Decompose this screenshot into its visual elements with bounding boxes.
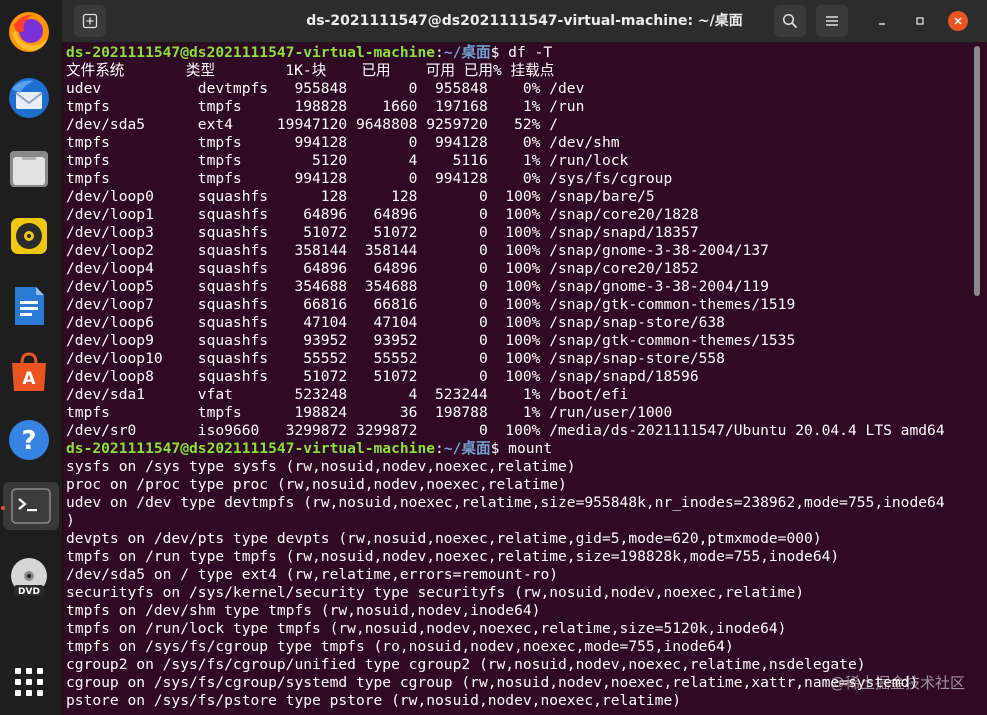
dock-item-terminal[interactable] <box>3 482 59 530</box>
rhythmbox-icon <box>11 218 47 254</box>
output-line: /dev/loop0 squashfs 128 128 0 100% /snap… <box>66 188 655 205</box>
dvd-icon: DVD <box>11 558 47 597</box>
output-line: /dev/loop10 squashfs 55552 55552 0 100% … <box>66 350 725 367</box>
dock-item-software[interactable]: A <box>5 348 53 396</box>
prompt-user: ds-2021111547@ds2021111547-virtual-machi… <box>66 44 436 61</box>
output-line: tmpfs tmpfs 994128 0 994128 0% /dev/shm <box>66 134 620 151</box>
hamburger-menu-icon <box>826 16 838 26</box>
output-line: /dev/loop6 squashfs 47104 47104 0 100% /… <box>66 314 725 331</box>
prompt-user: ds-2021111547@ds2021111547-virtual-machi… <box>66 440 436 457</box>
output-line: udev on /dev type devtmpfs (rw,nosuid,no… <box>66 494 945 511</box>
new-tab-button[interactable] <box>74 5 106 37</box>
close-button[interactable] <box>948 11 968 31</box>
software-center-icon: A <box>12 352 46 391</box>
dock-item-dvd[interactable]: DVD <box>5 554 53 602</box>
libreoffice-writer-icon <box>15 287 44 325</box>
output-line: securityfs on /sys/kernel/security type … <box>66 584 805 601</box>
output-line: /dev/loop1 squashfs 64896 64896 0 100% /… <box>66 206 699 223</box>
prompt-colon: : <box>435 44 444 61</box>
new-tab-icon <box>82 13 98 29</box>
output-line: tmpfs tmpfs 198824 36 198788 1% /run/use… <box>66 404 673 421</box>
output-line: tmpfs tmpfs 198828 1660 197168 1% /run <box>66 98 585 115</box>
output-line: tmpfs tmpfs 994128 0 994128 0% /sys/fs/c… <box>66 170 673 187</box>
terminal-icon <box>11 488 51 524</box>
output-line: /dev/loop2 squashfs 358144 358144 0 100%… <box>66 242 769 259</box>
dock-item-writer[interactable] <box>5 282 53 330</box>
output-line: /dev/loop4 squashfs 64896 64896 0 100% /… <box>66 260 699 277</box>
terminal-output[interactable]: ds-2021111547@ds2021111547-virtual-machi… <box>66 44 971 715</box>
dock-item-help[interactable]: ? <box>5 416 53 464</box>
dock-item-thunderbird[interactable] <box>5 74 53 122</box>
prompt-path: ~/桌面 <box>443 44 491 61</box>
maximize-button[interactable] <box>910 11 930 31</box>
prompt-path: ~/桌面 <box>443 440 491 457</box>
dock-item-files[interactable] <box>5 144 53 192</box>
files-icon <box>10 151 48 187</box>
svg-text:?: ? <box>21 426 36 456</box>
output-line: ) <box>66 512 75 529</box>
output-line: tmpfs on /run type tmpfs (rw,nosuid,node… <box>66 548 840 565</box>
minimize-button[interactable] <box>872 11 892 31</box>
output-line: /dev/sda1 vfat 523248 4 523244 1% /boot/… <box>66 386 629 403</box>
menu-button[interactable] <box>816 5 848 37</box>
help-icon: ? <box>9 420 49 460</box>
minimize-icon <box>879 23 885 25</box>
output-line: devpts on /dev/pts type devpts (rw,nosui… <box>66 530 822 547</box>
prompt-colon: : <box>435 440 444 457</box>
output-line: udev devtmpfs 955848 0 955848 0% /dev <box>66 80 585 97</box>
output-line: tmpfs on /dev/shm type tmpfs (rw,nosuid,… <box>66 602 541 619</box>
svg-text:DVD: DVD <box>18 587 40 597</box>
window-title: ds-2021111547@ds2021111547-virtual-machi… <box>306 13 743 29</box>
title-bar: ds-2021111547@ds2021111547-virtual-machi… <box>62 0 987 43</box>
thunderbird-icon <box>9 78 49 118</box>
svg-text:A: A <box>22 369 36 389</box>
watermark: @稀土掘金技术社区 <box>829 674 965 692</box>
scrollbar[interactable] <box>974 46 980 296</box>
close-icon <box>954 17 962 25</box>
search-icon <box>782 13 798 29</box>
output-line: sysfs on /sys type sysfs (rw,nosuid,node… <box>66 458 576 475</box>
output-line: /dev/loop3 squashfs 51072 51072 0 100% /… <box>66 224 699 241</box>
dock: A ? DVD <box>0 0 63 715</box>
command-text: df -T <box>499 44 553 61</box>
prompt-line: ds-2021111547@ds2021111547-virtual-machi… <box>66 440 971 458</box>
output-line: /dev/loop5 squashfs 354688 354688 0 100%… <box>66 278 769 295</box>
output-line: 文件系统 类型 1K-块 已用 可用 已用% 挂载点 <box>66 62 555 79</box>
maximize-icon <box>916 17 924 25</box>
output-line: /dev/loop8 squashfs 51072 51072 0 100% /… <box>66 368 699 385</box>
dock-item-show-apps[interactable] <box>5 658 53 706</box>
output-line: /dev/loop7 squashfs 66816 66816 0 100% /… <box>66 296 796 313</box>
output-line: tmpfs on /sys/fs/cgroup type tmpfs (ro,n… <box>66 638 734 655</box>
output-line: tmpfs on /run/lock type tmpfs (rw,nosuid… <box>66 620 787 637</box>
show-apps-icon <box>15 668 43 696</box>
output-line: tmpfs tmpfs 5120 4 5116 1% /run/lock <box>66 152 629 169</box>
search-button[interactable] <box>774 5 806 37</box>
dock-item-rhythmbox[interactable] <box>5 212 53 260</box>
output-line: pstore on /sys/fs/pstore type pstore (rw… <box>66 692 682 709</box>
output-line: /dev/loop9 squashfs 93952 93952 0 100% /… <box>66 332 796 349</box>
output-line: /dev/sda5 on / type ext4 (rw,relatime,er… <box>66 566 559 583</box>
output-line: proc on /proc type proc (rw,nosuid,nodev… <box>66 476 567 493</box>
active-indicator <box>1 506 5 510</box>
prompt-line: ds-2021111547@ds2021111547-virtual-machi… <box>66 44 971 62</box>
output-line: /dev/sr0 iso9660 3299872 3299872 0 100% … <box>66 422 945 439</box>
output-line: /dev/sda5 ext4 19947120 9648808 9259720 … <box>66 116 559 133</box>
command-text: mount <box>499 440 553 457</box>
firefox-icon <box>9 12 49 52</box>
dock-item-firefox[interactable] <box>5 8 53 56</box>
